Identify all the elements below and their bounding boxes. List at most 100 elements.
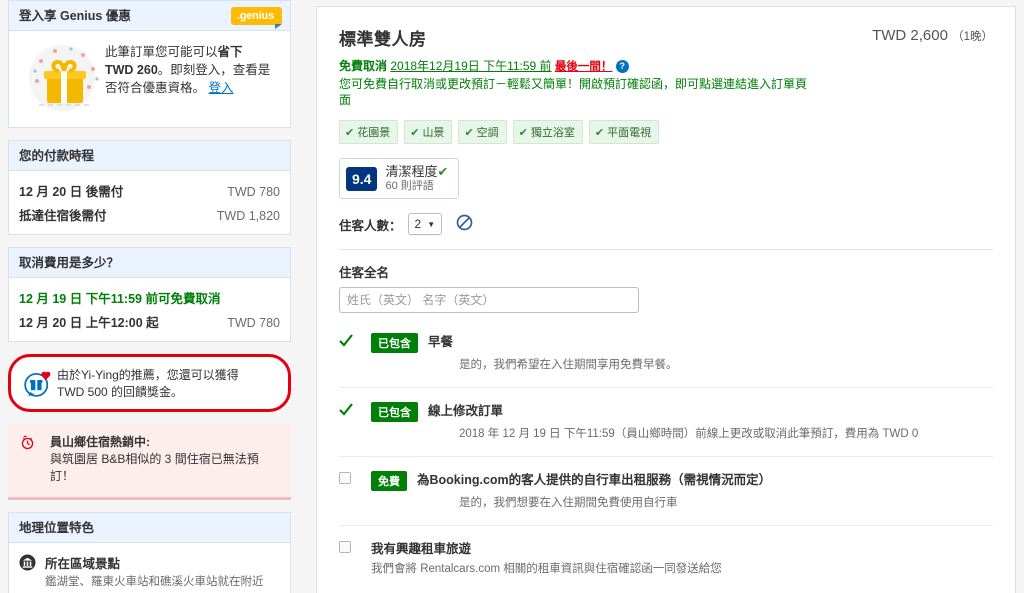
promo-bold-amount: TWD 260 (105, 63, 158, 77)
guest-name-block: 住客全名 (339, 262, 993, 313)
room-title: 標準雙人房 (339, 30, 427, 49)
last-room-warning[interactable]: 最後一間！ (555, 61, 613, 73)
extra-item-breakfast[interactable]: 已包含 早餐 是的，我們希望在入住期間享用免費早餐。 (339, 319, 993, 388)
location-item-sub: 鑑湖堂、羅東火車站和礁溪火車站就在附近 (45, 576, 264, 588)
location-highlights-title: 地理位置特色 (9, 513, 290, 543)
score-value: 9.4 (346, 166, 378, 191)
room-details-panel: 標準雙人房 TWD 2,600 （1晚） 免費取消 2018年12月19日 下午… (316, 6, 1016, 593)
landmark-icon (19, 553, 45, 574)
free-cancellation-date: 2018年12月19日 下午11:59 前 (390, 59, 552, 73)
urgency-body: 與筑園居 B&B相似的 3 間住宿已無法預訂！ (50, 452, 259, 483)
genius-promo-text: 此筆訂單您可能可以省下 TWD 260。即刻登入，查看是否符合優惠資格。 登入 (105, 41, 280, 97)
facility-label: 獨立浴室 (530, 127, 575, 139)
genius-login-link[interactable]: 登入 (209, 81, 234, 95)
extra-checkbox[interactable] (339, 402, 371, 420)
alarm-clock-icon (20, 434, 50, 454)
room-price-amount: TWD 2,600 (872, 27, 948, 44)
extra-checkbox[interactable] (339, 333, 371, 351)
urgency-text: 員山鄉住宿熱銷中: 與筑園居 B&B相似的 3 間住宿已無法預訂！ (50, 434, 279, 485)
guest-name-input[interactable] (339, 287, 639, 313)
divider (339, 249, 993, 250)
cancellation-row: 12 月 19 日 下午11:59 前可免費取消 (19, 288, 280, 307)
extra-description: 我們會將 Rentalcars.com 相關的租車資訊與住宿確認函一同發送給您 (371, 563, 722, 575)
score-label-row: 清潔程度✔ (385, 164, 448, 179)
payment-row-value: TWD 780 (227, 185, 280, 199)
referral-line-1: 由於Yi-Ying的推薦，您還可以獲得 (57, 368, 239, 382)
guest-count-label: 住客人數： (339, 218, 402, 233)
cancellation-row-label: 12 月 20 日 上午12:00 起 (19, 316, 159, 330)
room-price: TWD 2,600 （1晚） (872, 25, 993, 44)
guest-name-label: 住客全名 (339, 266, 390, 280)
guest-count-value: 2 (414, 217, 422, 231)
cancellation-fee-body: 12 月 19 日 下午11:59 前可免費取消 12 月 20 日 上午12:… (9, 278, 290, 341)
cleanliness-score-box: 9.4 清潔程度✔ 60 則評語 (339, 158, 460, 199)
genius-card-title: 登入享 Genius 優惠 (19, 9, 131, 23)
urgency-title: 員山鄉住宿熱銷中: (50, 435, 150, 449)
cancellation-fee-title: 取消費用是多少？ (9, 248, 290, 278)
facility-label: 空調 (476, 127, 499, 139)
free-cancellation-label: 免費取消 (339, 59, 388, 73)
no-entry-icon (456, 214, 473, 234)
extra-title: 早餐 (428, 335, 454, 349)
payment-schedule-card: 您的付款時程 12 月 20 日 後需付 TWD 780 抵達住宿後需付 TWD… (8, 140, 291, 235)
extra-item-bicycle-rental[interactable]: 免費 為Booking.com的客人提供的自行車出租服務（需視情況而定） 是的，… (339, 457, 993, 526)
genius-card-header: 登入享 Genius 優惠 .genius (9, 1, 290, 31)
extras-list: 已包含 早餐 是的，我們希望在入住期間享用免費早餐。 已包含 線上修改訂單 20… (339, 319, 993, 591)
promo-text-before: 此筆訂單您可能可以 (105, 45, 218, 59)
urgency-message: 員山鄉住宿熱銷中: 與筑園居 B&B相似的 3 間住宿已無法預訂！ (8, 424, 291, 500)
payment-row: 12 月 20 日 後需付 TWD 780 (19, 181, 280, 200)
genius-promo: 此筆訂單您可能可以省下 TWD 260。即刻登入，查看是否符合優惠資格。 登入 (9, 31, 290, 127)
check-icon: ✔ (437, 164, 449, 179)
check-icon: ✔ (518, 127, 528, 139)
guest-count-select[interactable]: 2 ▼ (407, 213, 443, 235)
extra-title: 為Booking.com的客人提供的自行車出租服務（需視情況而定） (417, 473, 772, 487)
check-icon: ✔ (410, 127, 420, 139)
sidebar: 登入享 Genius 優惠 .genius 此筆訂單您可能可以省下 TWD 26… (8, 0, 291, 593)
cancellation-fee-card: 取消費用是多少？ 12 月 19 日 下午11:59 前可免費取消 12 月 2… (8, 247, 291, 342)
room-header: 標準雙人房 TWD 2,600 （1晚） (339, 25, 993, 50)
score-label: 清潔程度 (385, 164, 438, 179)
location-highlights-body: 所在區域景點 鑑湖堂、羅東火車站和礁溪火車站就在附近 (9, 543, 290, 593)
facility-badge: ✔ 獨立浴室 (512, 120, 583, 144)
cancellation-row-value: TWD 780 (227, 316, 280, 330)
cancellation-row: 12 月 20 日 上午12:00 起 TWD 780 (19, 312, 280, 331)
genius-card: 登入享 Genius 優惠 .genius 此筆訂單您可能可以省下 TWD 26… (8, 0, 291, 128)
extra-checkbox[interactable] (339, 471, 371, 487)
extra-checkbox[interactable] (339, 540, 371, 556)
location-highlights-card: 地理位置特色 所在區域景點 鑑湖堂、羅東火車站和礁溪火車站就在附近 (8, 512, 291, 593)
facility-label: 花園景 (357, 127, 391, 139)
cancellation-line: 免費取消 2018年12月19日 下午11:59 前 最後一間！ ? (339, 58, 993, 75)
genius-badge: .genius (230, 7, 283, 29)
question-mark-icon[interactable]: ? (615, 60, 629, 73)
payment-row-label: 抵達住宿後需付 (19, 209, 107, 223)
check-icon: ✔ (594, 127, 605, 139)
gift-icon (19, 41, 105, 113)
extra-item-car-rental[interactable]: 我有興趣租車旅遊 我們會將 Rentalcars.com 相關的租車資訊與住宿確… (339, 526, 993, 591)
promo-bold-save: 省下 (217, 45, 243, 59)
facility-badge: ✔ 山景 (404, 120, 453, 144)
check-icon: ✔ (464, 127, 474, 139)
extra-title: 線上修改訂單 (428, 404, 504, 418)
facility-badge: ✔ 花園景 (339, 120, 399, 144)
facility-label: 平面電視 (607, 127, 652, 139)
extra-description: 是的，我們想要在入住期間免費使用自行車 (459, 497, 678, 509)
extra-tag: 已包含 (371, 402, 418, 422)
extra-tag: 免費 (371, 471, 407, 491)
check-icon: ✔ (345, 127, 355, 139)
payment-row: 抵達住宿後需付 TWD 1,820 (19, 205, 280, 224)
facility-label: 山景 (422, 127, 445, 139)
cancellation-row-label: 12 月 19 日 下午11:59 前可免費取消 (19, 292, 221, 306)
payment-schedule-body: 12 月 20 日 後需付 TWD 780 抵達住宿後需付 TWD 1,820 (9, 171, 290, 234)
location-item: 所在區域景點 鑑湖堂、羅東火車站和礁溪火車站就在附近 (19, 553, 280, 590)
extra-description: 2018 年 12 月 19 日 下午11:59（員山鄉時間）前線上更改或取消此… (459, 428, 919, 440)
referral-line-2: TWD 500 的回饋獎金。 (57, 385, 184, 399)
extra-title: 我有興趣租車旅遊 (371, 542, 472, 556)
extra-item-online-modification[interactable]: 已包含 線上修改訂單 2018 年 12 月 19 日 下午11:59（員山鄉時… (339, 388, 993, 457)
chevron-down-icon: ▼ (427, 219, 436, 229)
referral-text: 由於Yi-Ying的推薦，您還可以獲得 TWD 500 的回饋獎金。 (57, 367, 239, 401)
referral-bonus-box: 由於Yi-Ying的推薦，您還可以獲得 TWD 500 的回饋獎金。 (8, 354, 291, 412)
extra-description: 是的，我們希望在入住期間享用免費早餐。 (459, 359, 678, 371)
room-price-nights: （1晚） (952, 31, 993, 43)
facility-badge: ✔ 平面電視 (588, 120, 660, 144)
cancellation-description: 您可免費自行取消或更改預訂－輕鬆又簡單！開啟預訂確認函，即可點選連結進入訂單頁面 (339, 77, 808, 107)
